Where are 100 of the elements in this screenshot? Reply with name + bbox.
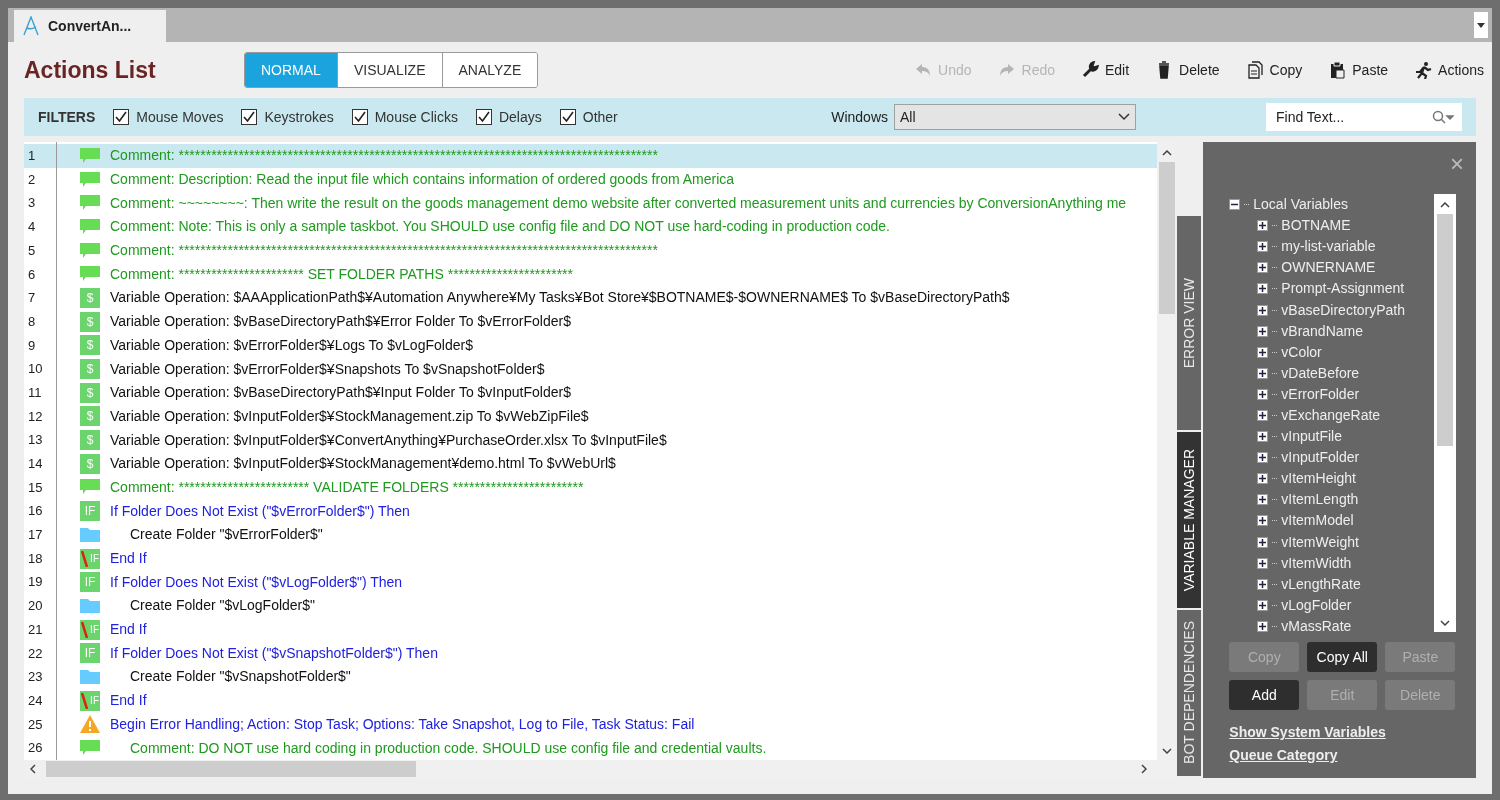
action-row[interactable]: 4 Comment: Note: This is only a sample taskbot. You SHOULD use config file and DO NOT use hard-coding in production code. — [24, 215, 1158, 239]
action-row[interactable]: 1 Comment: **************************************************************************************** — [24, 144, 1158, 168]
variable-item[interactable]: vBaseDirectoryPath — [1281, 299, 1405, 321]
scroll-thumb[interactable] — [1437, 214, 1453, 446]
toolbar-button[interactable]: Delete — [1155, 59, 1220, 81]
variable-item[interactable]: vLogFolder — [1281, 594, 1352, 616]
toolbar-button[interactable]: Edit — [1081, 59, 1130, 81]
expand-icon[interactable] — [1257, 578, 1269, 590]
expand-icon[interactable] — [1257, 431, 1269, 443]
action-row[interactable]: 20 Create Folder "$vLogFolder$" — [24, 594, 1158, 618]
scroll-down-button[interactable] — [1474, 12, 1488, 38]
expand-icon[interactable] — [1257, 452, 1269, 464]
link[interactable]: Show System Variables — [1229, 722, 1386, 743]
variable-item[interactable]: vItemModel — [1281, 510, 1354, 532]
expand-icon[interactable] — [1257, 241, 1269, 253]
expand-icon[interactable] — [1257, 304, 1269, 316]
variable-item[interactable]: vBrandName — [1281, 320, 1363, 342]
variable-item[interactable]: vInputFolder — [1281, 447, 1360, 469]
expand-icon[interactable] — [1257, 599, 1269, 611]
expand-icon[interactable] — [1257, 346, 1269, 358]
expand-icon[interactable] — [1257, 220, 1269, 232]
filter-checkbox[interactable]: Mouse Clicks — [351, 106, 458, 128]
variable-item[interactable]: OWNERNAME — [1281, 257, 1376, 279]
action-row[interactable]: 8 $ Variable Operation: $vBaseDirectoryPath$¥Error Folder To $vErrorFolder$ — [24, 309, 1158, 334]
scroll-thumb[interactable] — [46, 761, 416, 777]
variable-item[interactable]: vItemWeight — [1281, 531, 1359, 553]
comment-icon — [80, 479, 100, 496]
expand-icon[interactable] — [1257, 262, 1269, 274]
action-row[interactable]: 11 $ Variable Operation: $vBaseDirectoryPath$¥Input Folder To $vInputFolder$ — [24, 380, 1158, 405]
page-title: Actions List — [24, 55, 157, 85]
action-row[interactable]: 2 Comment: Description: Read the input file which contains information of ordered goods from America — [24, 167, 1158, 192]
link[interactable]: Queue Category — [1229, 745, 1338, 766]
tree-scrollbar[interactable] — [1434, 194, 1456, 632]
action-row[interactable]: 5 Comment: **************************************************************************************** — [24, 238, 1158, 263]
side-tab[interactable]: ERROR VIEW — [1177, 216, 1202, 432]
variable-item[interactable]: my-list-variable — [1281, 236, 1376, 258]
line-number: 2 — [27, 170, 37, 189]
mode-tab[interactable]: VISUALIZE — [336, 53, 442, 87]
document-tab[interactable]: ConvertAn... — [14, 10, 166, 42]
expand-icon[interactable] — [1257, 410, 1269, 421]
find-text-field[interactable]: Find Text... — [1266, 103, 1462, 131]
filter-checkbox[interactable]: Keystrokes — [241, 106, 334, 128]
expand-icon[interactable] — [1257, 367, 1269, 379]
action-row[interactable]: 23 Create Folder "$vSnapshotFolder$" — [24, 665, 1158, 689]
action-row[interactable]: 15 Comment: ************************ VALIDATE FOLDERS ************************ — [24, 475, 1158, 500]
expand-icon[interactable] — [1257, 515, 1269, 527]
action-row[interactable]: 10 $ Variable Operation: $vErrorFolder$¥Snapshots To $vSnapshotFolder$ — [24, 357, 1158, 381]
action-row[interactable]: 24 IF End If — [24, 688, 1158, 713]
expand-icon[interactable] — [1257, 325, 1269, 337]
expand-icon[interactable] — [1257, 473, 1269, 485]
toolbar-button[interactable]: Copy — [1245, 59, 1303, 81]
variable-item[interactable]: vMassRate — [1281, 615, 1352, 632]
expand-icon[interactable] — [1257, 494, 1269, 506]
action-row[interactable]: 18 IF End If — [24, 546, 1158, 571]
action-row[interactable]: 3 Comment: ~~~~~~~~: Then write the result on the goods management demo website after converted measurement units and currencies by ConversionAnything me — [24, 191, 1158, 216]
filter-checkbox[interactable]: Mouse Moves — [113, 106, 224, 128]
action-row[interactable]: 22 IF If Folder Does Not Exist ("$vSnapshotFolder$") Then — [24, 641, 1158, 666]
action-row[interactable]: 7 $ Variable Operation: $AAApplicationPath$¥Automation Anywhere¥My Tasks¥Bot Store¥$BOTNAME$-$OWNERNAME$ To $vBaseDirectoryPath$ — [24, 286, 1158, 310]
action-row[interactable]: 26 Comment: DO NOT use hard coding in production code. SHOULD use config file and credential vaults. — [24, 736, 1158, 760]
action-row[interactable]: 13 $ Variable Operation: $vInputFolder$¥ConvertAnything¥PurchaseOrder.xlsx To $vInputFile$ — [24, 428, 1158, 452]
mode-tab[interactable]: ANALYZE — [441, 53, 538, 87]
expand-icon[interactable] — [1257, 388, 1269, 400]
action-text: Variable Operation: $vInputFolder$¥ConvertAnything¥PurchaseOrder.xlsx To $vInputFile$ — [109, 430, 667, 450]
variable-item[interactable]: vItemHeight — [1281, 468, 1356, 490]
toolbar-button[interactable]: Actions — [1414, 59, 1484, 81]
variable-item[interactable]: vColor — [1281, 341, 1322, 363]
variable-item[interactable]: vErrorFolder — [1281, 383, 1360, 405]
variable-item[interactable]: BOTNAME — [1281, 215, 1351, 237]
action-row[interactable]: 12 $ Variable Operation: $vInputFolder$¥StockManagement.zip To $vWebZipFile$ — [24, 404, 1158, 429]
variable-item[interactable]: vExchangeRate — [1281, 405, 1381, 426]
checkmark-icon — [561, 111, 574, 123]
action-row[interactable]: 6 Comment: *********************** SET FOLDER PATHS *********************** — [24, 262, 1158, 287]
variable-item[interactable]: Prompt-Assignment — [1281, 278, 1405, 300]
variable-button[interactable]: Copy All — [1307, 642, 1378, 672]
expand-icon[interactable] — [1257, 536, 1269, 548]
side-tab[interactable]: BOT DEPENDENCIES — [1177, 609, 1202, 778]
variable-item[interactable]: vLengthRate — [1281, 573, 1361, 595]
action-row[interactable]: 25 Begin Error Handling; Action: Stop Task; Options: Take Snapshot, Log to File, Task Status: Fail — [24, 712, 1158, 737]
variable-item[interactable]: vDateBefore — [1281, 362, 1360, 384]
variable-item[interactable]: vInputFile — [1281, 426, 1342, 448]
filter-checkbox[interactable]: Delays — [475, 106, 542, 128]
windows-dropdown[interactable]: All — [894, 104, 1136, 130]
action-row[interactable]: 17 Create Folder "$vErrorFolder$" — [24, 523, 1158, 547]
side-tab[interactable]: VARIABLE MANAGER — [1177, 432, 1202, 610]
filter-checkbox[interactable]: Other — [559, 106, 618, 128]
variable-item[interactable]: vItemLength — [1281, 489, 1359, 511]
scroll-thumb[interactable] — [1159, 162, 1176, 314]
action-row[interactable]: 14 $ Variable Operation: $vInputFolder$¥StockManagement¥demo.html To $vWebUrl$ — [24, 451, 1158, 476]
variable-item[interactable]: vItemWidth — [1281, 552, 1352, 574]
variable-item[interactable]: Local Variables — [1253, 194, 1348, 216]
expand-icon[interactable] — [1257, 620, 1269, 632]
action-row[interactable]: 9 $ Variable Operation: $vErrorFolder$¥Logs To $vLogFolder$ — [24, 333, 1158, 358]
action-row[interactable]: 19 IF If Folder Does Not Exist ("$vLogFolder$") Then — [24, 570, 1158, 595]
action-row[interactable]: 21 IF End If — [24, 617, 1158, 642]
toolbar-button[interactable]: Paste — [1328, 59, 1389, 81]
action-row[interactable]: 16 IF If Folder Does Not Exist ("$vErrorFolder$") Then — [24, 499, 1158, 523]
expand-icon[interactable] — [1257, 557, 1269, 569]
collapse-icon[interactable] — [1229, 199, 1241, 211]
variable-button[interactable]: Add — [1229, 680, 1300, 710]
expand-icon[interactable] — [1257, 283, 1269, 295]
